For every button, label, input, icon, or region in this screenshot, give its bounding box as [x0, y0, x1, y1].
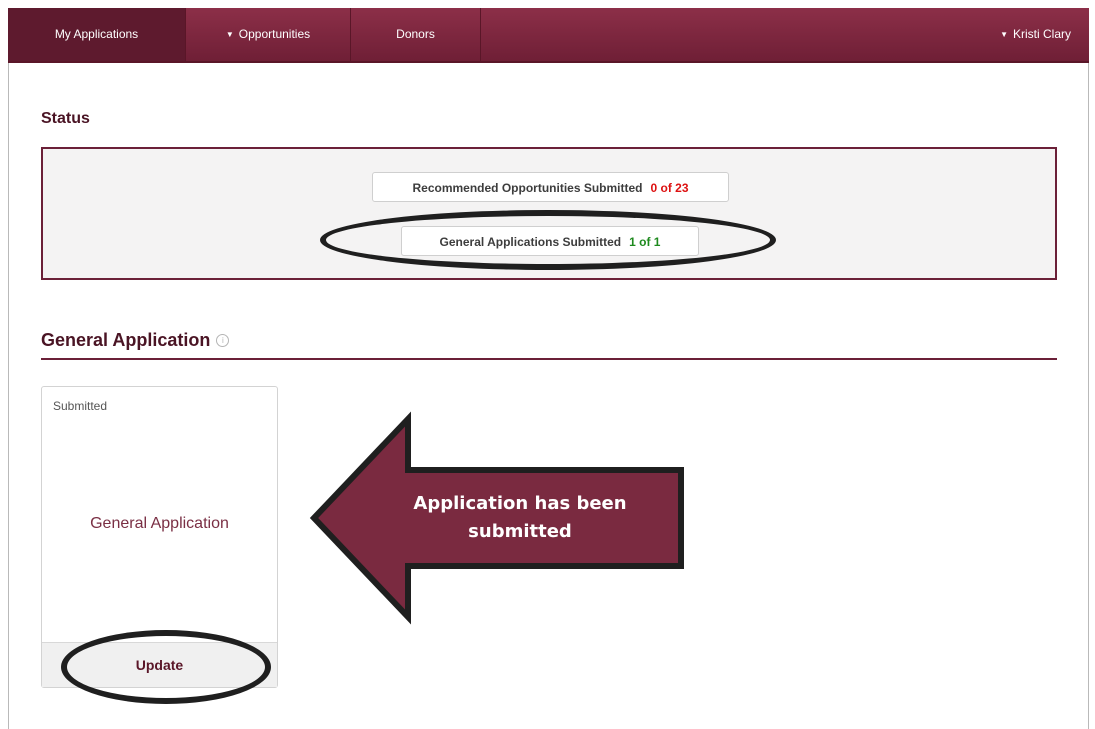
general-submitted-label: General Applications Submitted [439, 235, 622, 249]
general-submitted-count: 1 of 1 [629, 235, 661, 249]
nav-donors[interactable]: Donors [351, 8, 481, 61]
user-menu[interactable]: ▼ Kristi Clary [1000, 8, 1071, 61]
caret-down-icon: ▼ [1000, 30, 1008, 39]
user-name: Kristi Clary [1012, 27, 1071, 41]
general-application-heading: General Application i [41, 330, 230, 351]
caret-down-icon: ▼ [225, 30, 234, 39]
status-heading: Status [41, 110, 90, 127]
section-divider [41, 358, 1057, 360]
card-title[interactable]: General Application [42, 515, 277, 533]
recommended-submitted-pill: Recommended Opportunities Submitted 0 of … [372, 172, 729, 202]
application-card[interactable]: Submitted General Application Update [41, 386, 278, 688]
general-application-title: General Application [41, 330, 211, 350]
card-status: Submitted [53, 399, 108, 413]
recommended-submitted-count: 0 of 23 [650, 181, 689, 195]
status-panel: Recommended Opportunities Submitted 0 of … [41, 147, 1057, 280]
nav-opportunities[interactable]: ▼ Opportunities [186, 8, 351, 61]
nav-my-applications-label: My Applications [54, 27, 139, 41]
nav-opportunities-label: Opportunities [238, 27, 311, 41]
top-navbar: My Applications ▼ Opportunities Donors ▼ K… [8, 8, 1089, 63]
nav-donors-label: Donors [396, 27, 435, 41]
update-button[interactable]: Update [42, 643, 277, 688]
card-footer: Update [42, 642, 277, 687]
info-icon[interactable]: i [216, 334, 230, 347]
callout-text: Application has been submitted [413, 493, 627, 542]
general-submitted-pill: General Applications Submitted 1 of 1 [401, 226, 699, 256]
recommended-submitted-label: Recommended Opportunities Submitted [412, 181, 643, 195]
nav-my-applications[interactable]: My Applications [8, 8, 186, 61]
